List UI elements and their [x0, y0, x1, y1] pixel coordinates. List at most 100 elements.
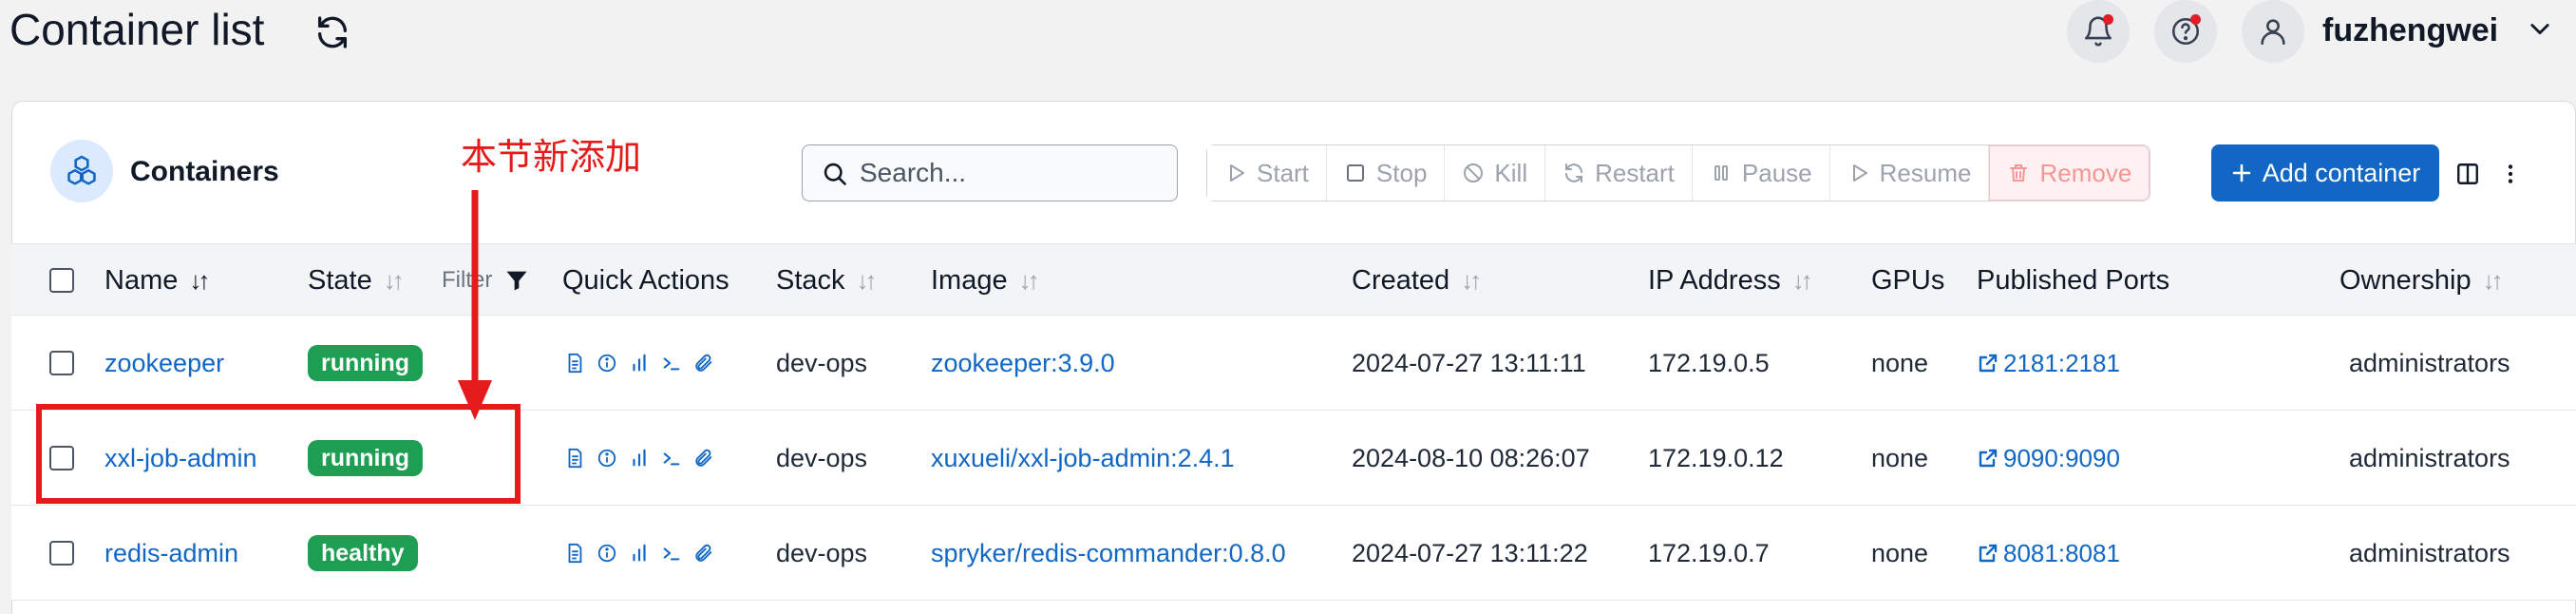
sort-icon: ↓↑ [1461, 266, 1482, 295]
ownership-cell: administrators [2349, 538, 2510, 567]
sort-icon: ↓↑ [189, 266, 210, 295]
notification-dot [2103, 14, 2113, 25]
attach-icon[interactable] [693, 353, 714, 374]
header-ports-label: Published Ports [1977, 265, 2170, 296]
select-all-checkbox[interactable] [49, 268, 74, 293]
search-box[interactable] [802, 144, 1178, 201]
status-badge: running [308, 345, 424, 381]
header-stack[interactable]: Stack ↓↑ [776, 261, 878, 299]
kill-label: Kill [1494, 158, 1528, 187]
logs-icon[interactable] [564, 353, 585, 374]
header-state-label: State [308, 265, 372, 296]
table-row: zookeeper running dev-ops zookeeper:3.9.… [11, 316, 2576, 411]
published-port-link[interactable]: 8081:8081 [1977, 539, 2120, 568]
container-name-link[interactable]: redis-admin [104, 506, 238, 601]
header-ownership[interactable]: Ownership ↓↑ [2339, 261, 2504, 299]
search-input[interactable] [860, 153, 1164, 193]
stats-icon[interactable] [629, 353, 650, 374]
external-link-icon [1979, 544, 1998, 563]
attach-icon[interactable] [693, 448, 714, 469]
card-title: Containers [130, 156, 279, 187]
ports-cell: 8081:8081 [1977, 506, 2120, 601]
status-badge: healthy [308, 535, 418, 571]
gpus-cell: none [1871, 443, 1929, 472]
columns-icon[interactable] [2455, 162, 2480, 186]
stats-icon[interactable] [629, 543, 650, 564]
quick-actions [564, 411, 714, 506]
kill-button[interactable]: Kill [1445, 145, 1546, 201]
console-icon[interactable] [661, 353, 682, 374]
pause-label: Pause [1741, 158, 1812, 187]
header-created-label: Created [1352, 265, 1450, 296]
plus-icon [2232, 163, 2250, 182]
quick-actions [564, 316, 714, 411]
created-cell: 2024-08-10 08:26:07 [1352, 443, 1590, 472]
start-button[interactable]: Start [1207, 145, 1327, 201]
stats-icon[interactable] [629, 448, 650, 469]
containers-badge [50, 140, 113, 202]
refresh-icon[interactable] [313, 13, 351, 51]
published-port-link[interactable]: 2181:2181 [1977, 349, 2120, 378]
ip-cell: 172.19.0.5 [1648, 348, 1770, 377]
ip-cell: 172.19.0.7 [1648, 538, 1770, 567]
play-icon [1852, 164, 1867, 182]
image-link[interactable]: zookeeper:3.9.0 [931, 316, 1115, 411]
annotation-arrow [458, 190, 492, 420]
remove-label: Remove [2039, 158, 2132, 187]
header-created[interactable]: Created ↓↑ [1352, 261, 1482, 299]
sort-icon: ↓↑ [2482, 266, 2504, 295]
header-name[interactable]: Name ↓↑ [104, 261, 210, 299]
row-checkbox[interactable] [49, 351, 74, 375]
username[interactable]: fuzhengwei [2322, 4, 2498, 57]
notifications-button[interactable] [2067, 0, 2130, 63]
info-icon[interactable] [597, 353, 617, 374]
gpus-cell: none [1871, 538, 1929, 567]
restart-button[interactable]: Restart [1545, 145, 1693, 201]
pause-button[interactable]: Pause [1692, 145, 1830, 201]
remove-button[interactable]: Remove [1989, 145, 2150, 201]
info-icon[interactable] [597, 448, 617, 469]
attach-icon[interactable] [693, 543, 714, 564]
help-button[interactable] [2154, 0, 2217, 63]
state-cell: healthy [308, 506, 418, 601]
restart-label: Restart [1595, 158, 1675, 187]
sort-icon: ↓↑ [1791, 266, 1813, 295]
container-name-link[interactable]: zookeeper [104, 316, 224, 411]
console-icon[interactable] [661, 448, 682, 469]
add-container-button[interactable]: Add container [2211, 144, 2439, 201]
console-icon[interactable] [661, 543, 682, 564]
stop-button[interactable]: Stop [1326, 145, 1446, 201]
row-checkbox-cell [49, 316, 74, 411]
port-label: 8081:8081 [2003, 538, 2120, 567]
created-cell: 2024-07-27 13:11:22 [1352, 538, 1588, 567]
header-ip[interactable]: IP Address ↓↑ [1648, 261, 1813, 299]
user-icon [2261, 19, 2285, 46]
table-row: redis-admin healthy dev-ops spryker/redi… [11, 506, 2576, 601]
info-icon[interactable] [597, 543, 617, 564]
ownership-cell: administrators [2349, 348, 2510, 377]
image-link[interactable]: spryker/redis-commander:0.8.0 [931, 506, 1286, 601]
user-menu-button[interactable] [2242, 0, 2304, 63]
header-ports: Published Ports [1977, 261, 2169, 299]
header-quick-actions: Quick Actions [562, 261, 729, 299]
header-quick-actions-label: Quick Actions [562, 265, 729, 296]
image-link[interactable]: xuxueli/xxl-job-admin:2.4.1 [931, 411, 1235, 506]
stack-cell: dev-ops [776, 348, 868, 377]
stack-cell: dev-ops [776, 538, 868, 567]
row-checkbox-cell [49, 506, 74, 601]
logs-icon[interactable] [564, 543, 585, 564]
more-options-icon[interactable] [2498, 160, 2523, 188]
help-dot [2190, 14, 2201, 25]
published-port-link[interactable]: 9090:9090 [1977, 444, 2120, 473]
resume-button[interactable]: Resume [1829, 145, 1990, 201]
header-state[interactable]: State ↓↑ [308, 261, 405, 299]
header-name-label: Name [104, 265, 179, 296]
annotation-label: 本节新添加 [461, 136, 642, 178]
row-checkbox[interactable] [49, 541, 74, 566]
sort-icon: ↓↑ [383, 266, 405, 295]
created-cell: 2024-07-27 13:11:11 [1352, 348, 1586, 377]
ip-cell: 172.19.0.12 [1648, 443, 1784, 472]
logs-icon[interactable] [564, 448, 585, 469]
header-image[interactable]: Image ↓↑ [931, 261, 1040, 299]
chevron-down-icon[interactable] [2527, 15, 2553, 42]
